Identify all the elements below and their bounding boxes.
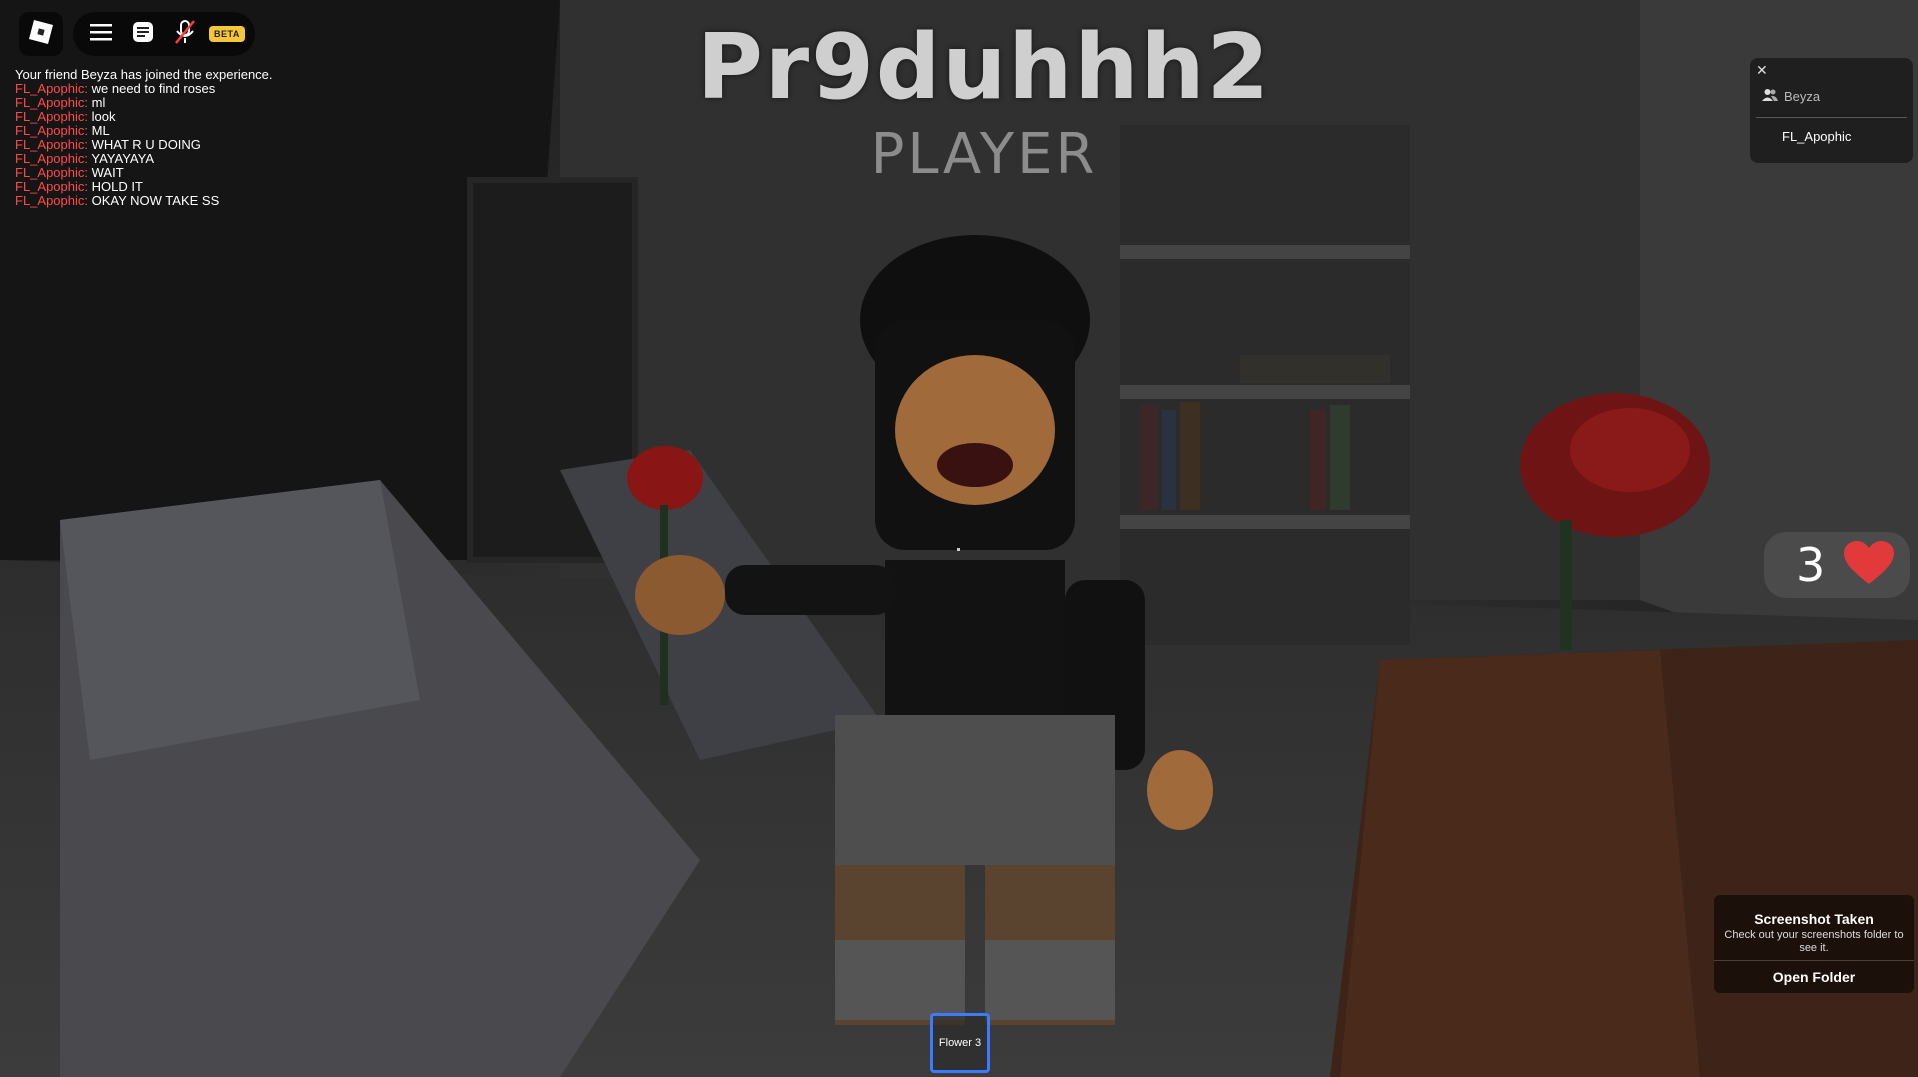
hamburger-menu-icon — [90, 23, 112, 46]
chat-username[interactable]: FL_Apophic: — [15, 81, 88, 96]
screenshot-toast: Screenshot Taken Check out your screensh… — [1714, 895, 1914, 993]
chat-line: FL_Apophic: OKAY NOW TAKE SS — [15, 194, 273, 208]
chat-username[interactable]: FL_Apophic: — [15, 95, 88, 110]
hotbar-slot[interactable]: Flower 3 — [930, 1013, 990, 1073]
toast-body: Check out your screenshots folder to see… — [1724, 929, 1904, 954]
divider — [1756, 117, 1907, 118]
chat-line: FL_Apophic: look — [15, 110, 273, 124]
chat-message: OKAY NOW TAKE SS — [91, 193, 220, 208]
chat-username[interactable]: FL_Apophic: — [15, 109, 88, 124]
toast-title: Screenshot Taken — [1754, 911, 1874, 927]
system-message: Your friend Beyza has joined the experie… — [15, 67, 273, 82]
close-icon[interactable]: ✕ — [1756, 62, 1768, 79]
chat-line: FL_Apophic: WHAT R U DOING — [15, 138, 273, 152]
top-toolbar: BETA — [19, 12, 255, 56]
chat-message: we need to find roses — [91, 81, 216, 96]
player-list-self[interactable]: FL_Apophic — [1782, 129, 1851, 144]
chat-line: FL_Apophic: we need to find roses — [15, 82, 273, 96]
chat-message: ml — [91, 95, 106, 110]
chat-button[interactable] — [125, 16, 161, 52]
chat-username[interactable]: FL_Apophic: — [15, 179, 88, 194]
player-list-panel: ✕ Beyza FL_Apophic — [1750, 58, 1913, 163]
chat-message: ML — [91, 123, 110, 138]
menu-button[interactable] — [83, 16, 119, 52]
chat-message: YAYAYAYA — [91, 151, 155, 166]
hearts-count: 3 — [1796, 538, 1826, 592]
chat-line: FL_Apophic: YAYAYAYA — [15, 152, 273, 166]
beta-badge: BETA — [209, 26, 245, 42]
game-viewport[interactable] — [0, 0, 1918, 1077]
toolbar-group: BETA — [73, 12, 255, 56]
chat-username[interactable]: FL_Apophic: — [15, 151, 88, 166]
chat-username[interactable]: FL_Apophic: — [15, 137, 88, 152]
friend-name: Beyza — [1784, 89, 1821, 104]
chat-log: Your friend Beyza has joined the experie… — [15, 68, 273, 208]
chat-username[interactable]: FL_Apophic: — [15, 193, 88, 208]
chat-icon — [132, 21, 154, 48]
chat-username[interactable]: FL_Apophic: — [15, 123, 88, 138]
microphone-button[interactable] — [167, 16, 203, 52]
heart-icon — [1843, 540, 1895, 591]
chat-message: HOLD IT — [91, 179, 143, 194]
roblox-menu-button[interactable] — [19, 12, 63, 56]
player-list-friend-row[interactable]: Beyza — [1762, 88, 1820, 105]
hearts-counter: 3 — [1764, 532, 1910, 598]
chat-line: FL_Apophic: HOLD IT — [15, 180, 273, 194]
chat-line: FL_Apophic: ml — [15, 96, 273, 110]
chat-message: WAIT — [91, 165, 124, 180]
chat-message: look — [91, 109, 116, 124]
crosshair — [957, 548, 960, 551]
microphone-muted-icon — [174, 19, 196, 50]
chat-username[interactable]: FL_Apophic: — [15, 165, 88, 180]
roblox-logo-icon — [28, 19, 54, 50]
chat-message: WHAT R U DOING — [91, 137, 201, 152]
chat-line: FL_Apophic: ML — [15, 124, 273, 138]
open-folder-button[interactable]: Open Folder — [1714, 960, 1914, 993]
people-icon — [1762, 88, 1778, 105]
chat-line: FL_Apophic: WAIT — [15, 166, 273, 180]
